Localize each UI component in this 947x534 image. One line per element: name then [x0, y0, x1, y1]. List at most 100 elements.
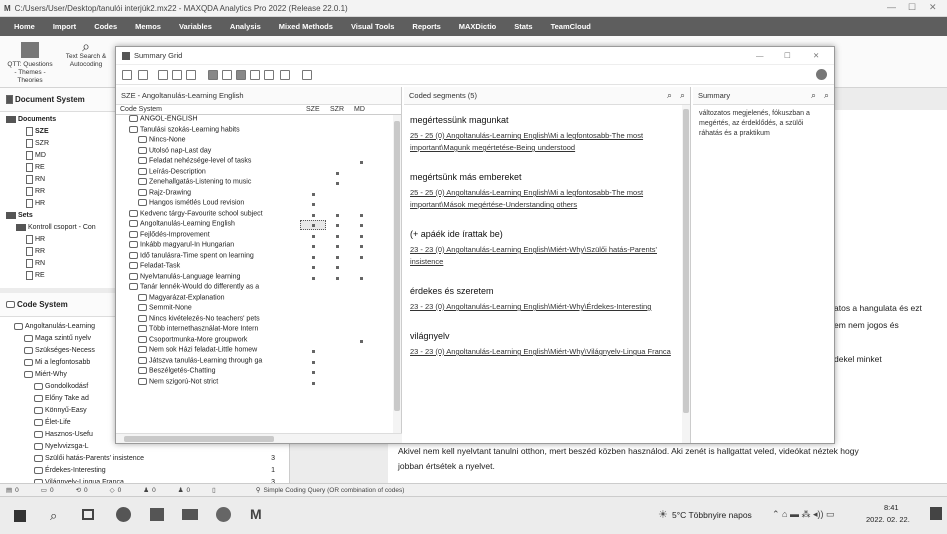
grid-cell-marker[interactable] [360, 161, 363, 164]
notifications-icon[interactable] [930, 507, 942, 520]
ribbon-tab-memos[interactable]: Memos [135, 22, 161, 31]
grid-vertical-scrollbar[interactable] [393, 115, 401, 433]
grid-row[interactable]: Semmit-None [116, 304, 401, 315]
export-icon[interactable] [236, 70, 246, 80]
grid-vscroll-thumb[interactable] [394, 121, 400, 411]
code-tree-item[interactable]: Szülői hatás-Parents' insistence 3 [14, 453, 289, 465]
grid-horizontal-scrollbar[interactable] [116, 433, 402, 443]
ribbon-tab-reports[interactable]: Reports [412, 22, 440, 31]
grid-col-szr[interactable]: SZR [330, 106, 344, 113]
grid-row[interactable]: Magyarázat-Explanation [116, 293, 401, 305]
grid-row[interactable]: Játszva tanulás-Learning through ga [116, 356, 401, 368]
grid-cell-marker[interactable] [336, 245, 339, 248]
coded-segment[interactable]: megértsünk más embereket 25 - 25 (0) Ango… [410, 172, 678, 211]
maxqda-taskbar-icon[interactable]: M [250, 506, 262, 522]
grid-row[interactable]: Nyelvtanulás-Language learning [116, 272, 401, 284]
grid-row[interactable]: Inkább magyarul-In Hungarian [116, 241, 401, 252]
grid-row[interactable]: Rajz-Drawing [116, 188, 401, 200]
dialog-minimize-icon[interactable]: — [756, 51, 764, 60]
grid-row[interactable]: Idő tanulásra-Time spent on learning [116, 251, 401, 263]
grid-cell-marker[interactable] [312, 203, 315, 206]
hierarchy-icon[interactable] [222, 70, 232, 80]
grid-col-sze[interactable]: SZE [306, 106, 320, 113]
grid-row[interactable]: Fejlődés-Improvement [116, 230, 401, 242]
ribbon-tab-import[interactable]: Import [53, 22, 76, 31]
chrome-icon[interactable] [216, 507, 231, 522]
grid-cell-marker[interactable] [312, 276, 315, 280]
segments-vertical-scrollbar[interactable] [682, 105, 690, 443]
layout-1-icon[interactable] [158, 70, 168, 80]
grid-row[interactable]: Csoportmunka-More groupwork [116, 335, 401, 347]
windows-start-icon[interactable] [14, 510, 26, 522]
summary-search-icon[interactable]: ⌕ [811, 90, 816, 101]
edge-icon[interactable] [116, 507, 131, 522]
ribbon-tab-maxdictio[interactable]: MAXDictio [459, 22, 497, 31]
grid-cell-marker[interactable] [312, 371, 315, 374]
grid-cell-marker[interactable] [360, 213, 363, 217]
grid-cell-marker[interactable] [336, 276, 339, 280]
grid-cell-marker[interactable] [312, 213, 315, 217]
grid-row[interactable]: Utolsó nap-Last day [116, 146, 401, 158]
grid-cell-marker[interactable] [336, 213, 339, 217]
maximize-icon[interactable]: ☐ [908, 2, 916, 13]
grid-cell-marker[interactable] [312, 381, 315, 385]
clock-time[interactable]: 8:41 [884, 503, 899, 512]
variables-icon[interactable] [280, 70, 290, 80]
summary-search-next-icon[interactable]: ⌕ [824, 90, 829, 101]
grid-row[interactable]: Zenehallgatás-Listening to music [116, 178, 401, 189]
minimize-icon[interactable]: — [887, 2, 896, 12]
tray-icons[interactable]: ⌃ ⌂ ▬ ⁂ ◂)) ▭ [772, 509, 835, 520]
grid-cell-marker[interactable] [360, 245, 363, 248]
filter-reset-icon[interactable] [138, 70, 148, 80]
grid-row[interactable]: Tanulási szokás-Learning habits [116, 125, 401, 137]
grid-cell-marker[interactable] [360, 255, 363, 259]
grid-cell-marker[interactable] [336, 224, 339, 227]
grid-row[interactable]: Nincs kivételezés-No teachers' pets [116, 314, 401, 326]
ribbon-tab-visual-tools[interactable]: Visual Tools [351, 22, 394, 31]
summary-text[interactable]: változatos megjelenés, fókuszban a megér… [693, 105, 834, 143]
grid-row[interactable]: Több internethasználat-More Intern [116, 325, 401, 336]
grid-cell-marker[interactable] [336, 255, 339, 259]
grid-cell-marker[interactable] [312, 255, 315, 259]
grid-col-md[interactable]: MD [354, 106, 365, 113]
grid-row[interactable]: Angoltanulás-Learning English [116, 220, 401, 231]
text-search-button[interactable]: ⌕ Text Search & Autocoding [62, 39, 110, 69]
segments-vscroll-thumb[interactable] [683, 109, 689, 413]
grid-row[interactable]: Leírás-Description [116, 167, 401, 179]
clock-date[interactable]: 2022. 02. 22. [866, 515, 910, 524]
grid-cell-marker[interactable] [360, 339, 363, 343]
grid-cell-marker[interactable] [336, 171, 339, 175]
grid-cell-marker[interactable] [336, 266, 339, 269]
grid-cell-marker[interactable] [360, 234, 363, 238]
grid-cell-marker[interactable] [360, 276, 363, 280]
grid-hscroll-thumb[interactable] [124, 436, 274, 442]
dialog-close-icon[interactable]: ✕ [813, 51, 819, 60]
info-icon[interactable] [816, 69, 827, 80]
segment-reference-link[interactable]: 23 - 23 (0) Angoltanulás-Learning Englis… [410, 346, 678, 358]
grid-cell-marker[interactable] [336, 234, 339, 238]
table-icon[interactable] [302, 70, 312, 80]
grid-row[interactable]: Hangos ismétlés Loud revision [116, 199, 401, 210]
coded-segment[interactable]: (+ apáék ide írattak be) 23 - 23 (0) Ango… [410, 229, 678, 268]
grid-cell-marker[interactable] [312, 234, 315, 238]
ribbon-tab-home[interactable]: Home [14, 22, 35, 31]
grid-row[interactable]: Tanár lennék-Would do differently as a [116, 283, 401, 294]
layout-2-icon[interactable] [172, 70, 182, 80]
ribbon-tab-analysis[interactable]: Analysis [230, 22, 261, 31]
grid-row[interactable]: Nincs-None [116, 136, 401, 147]
grid-cell-marker[interactable] [312, 224, 315, 227]
taskbar-search-icon[interactable]: ⌕ [50, 508, 57, 524]
ribbon-tab-codes[interactable]: Codes [94, 22, 117, 31]
grid-row[interactable]: Beszélgetés-Chatting [116, 367, 401, 378]
store-icon[interactable] [150, 508, 164, 521]
ribbon-tab-variables[interactable]: Variables [179, 22, 212, 31]
grid-row[interactable]: Feladat-Task [116, 262, 401, 273]
dialog-maximize-icon[interactable]: ☐ [784, 51, 791, 60]
grid-cell-marker[interactable] [312, 350, 315, 353]
grid-cell-marker[interactable] [312, 192, 315, 196]
weather-text[interactable]: 5°C Többnyire napos [672, 510, 752, 520]
close-icon[interactable]: ✕ [929, 2, 937, 13]
segment-reference-link[interactable]: 23 - 23 (0) Angoltanulás-Learning Englis… [410, 244, 678, 268]
coded-segment[interactable]: megértessünk magunkat 25 - 25 (0) Angolta… [410, 115, 678, 154]
qtt-button[interactable]: QTT: Questions - Themes - Theories [6, 42, 54, 85]
